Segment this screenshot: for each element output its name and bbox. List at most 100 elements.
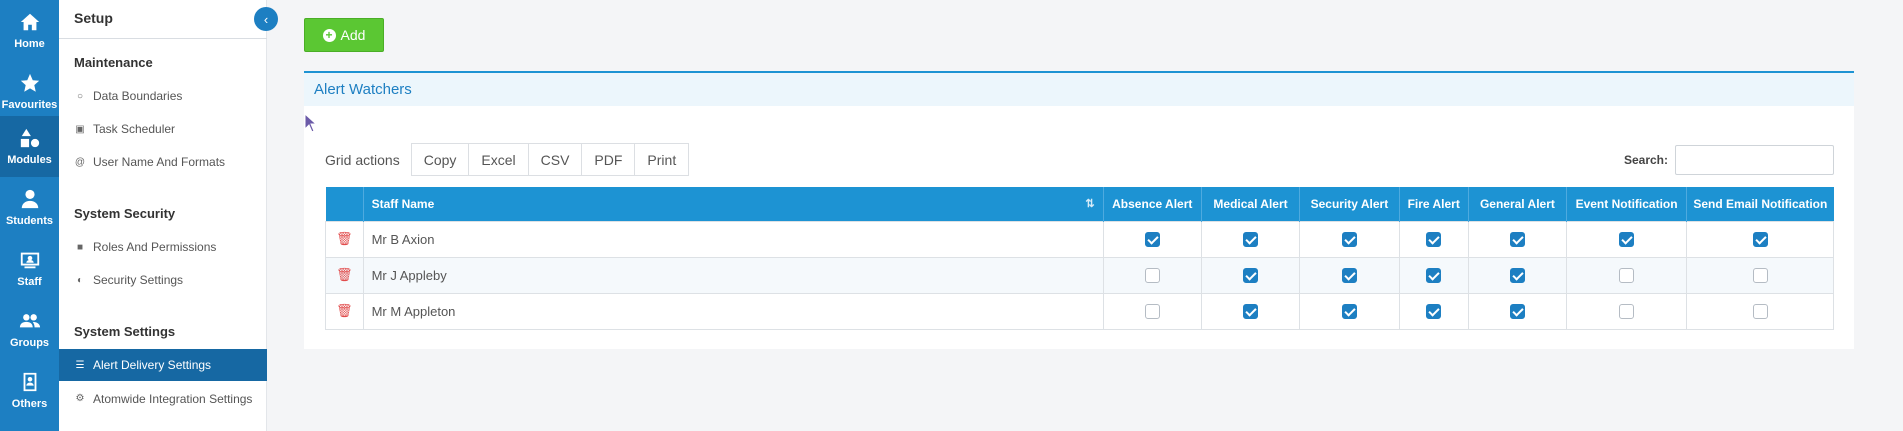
sidebar-item-roles-permissions[interactable]: ■ Roles And Permissions [59, 235, 267, 259]
alert-flag-cell [1102, 220, 1202, 258]
trash-icon[interactable]: 🗑 [336, 231, 353, 247]
search-box: Search: [1624, 145, 1834, 175]
staff-name-cell: Mr J Appleby [362, 256, 1104, 294]
alert-checkbox[interactable] [1426, 232, 1442, 248]
sidebar-item-data-boundaries[interactable]: ○ Data Boundaries [59, 84, 267, 108]
alert-checkbox[interactable] [1752, 268, 1768, 284]
alert-flag-cell [1200, 256, 1301, 294]
alert-flag-cell [1200, 292, 1301, 330]
nav-others-label: Others [11, 398, 48, 410]
sidebar-item-user-name-formats[interactable]: @ User Name And Formats [59, 150, 267, 174]
nav-groups[interactable]: Groups [0, 299, 59, 360]
staff-name-cell: Mr M Appleton [362, 292, 1104, 330]
sidebar-item-label: Alert Delivery Settings [93, 358, 212, 372]
at-icon: @ [74, 156, 86, 168]
nav-modules-label: Modules [7, 154, 52, 166]
home-icon [20, 13, 39, 31]
column-header-fire-alert[interactable]: Fire Alert [1399, 187, 1469, 221]
alert-flag-cell [1299, 220, 1400, 258]
alert-watchers-panel: Alert Watchers Grid actions Copy Excel C… [304, 71, 1854, 349]
alert-checkbox[interactable] [1144, 232, 1160, 248]
sidebar-item-alert-delivery-settings[interactable]: ☰ Alert Delivery Settings [59, 349, 267, 381]
alert-flag-cell [1398, 292, 1469, 330]
alert-flag-cell [1299, 256, 1400, 294]
add-button[interactable]: + Add [304, 18, 384, 52]
column-header-event-notification[interactable]: Event Notification [1566, 187, 1688, 221]
alert-checkbox[interactable] [1752, 304, 1768, 320]
column-header-send-email-notification[interactable]: Send Email Notification [1686, 187, 1834, 221]
sort-icon[interactable]: ⇅ [1085, 197, 1094, 210]
print-button[interactable]: Print [634, 143, 690, 176]
contact-book-icon [23, 372, 36, 392]
copy-button[interactable]: Copy [410, 143, 470, 176]
nav-students[interactable]: Students [0, 177, 59, 238]
table-header-row: Staff Name ⇅ Absence Alert Medical Alert … [325, 187, 1834, 221]
alert-checkbox[interactable] [1243, 232, 1259, 248]
alert-checkbox[interactable] [1243, 268, 1259, 284]
row-delete-cell: 🗑 [325, 292, 364, 330]
star-icon [20, 73, 39, 92]
nav-groups-label: Groups [9, 337, 50, 349]
nav-home[interactable]: Home [0, 0, 59, 61]
alert-watchers-table: Staff Name ⇅ Absence Alert Medical Alert … [325, 187, 1834, 330]
alert-checkbox[interactable] [1341, 268, 1357, 284]
alert-checkbox[interactable] [1341, 232, 1357, 248]
row-delete-cell: 🗑 [325, 220, 364, 258]
grid-actions: Grid actions Copy Excel CSV PDF Print [325, 143, 690, 176]
nav-modules[interactable]: Modules [0, 116, 59, 177]
column-header-medical-alert[interactable]: Medical Alert [1201, 187, 1301, 221]
sidebar-item-atomwide-integration[interactable]: ⚙ Atomwide Integration Settings [59, 391, 267, 427]
alert-checkbox[interactable] [1144, 304, 1160, 320]
alert-checkbox[interactable] [1509, 268, 1525, 284]
excel-button[interactable]: Excel [468, 143, 529, 176]
column-header-absence-alert[interactable]: Absence Alert [1103, 187, 1202, 221]
alert-flag-cell [1102, 292, 1202, 330]
alert-checkbox[interactable] [1144, 268, 1160, 284]
alert-checkbox[interactable] [1509, 304, 1525, 320]
nav-others[interactable]: Others [0, 360, 59, 421]
alert-flag-cell [1686, 292, 1834, 330]
sidebar-divider [59, 38, 267, 39]
alert-checkbox[interactable] [1426, 268, 1442, 284]
column-header-security-alert[interactable]: Security Alert [1299, 187, 1400, 221]
table-row: 🗑 Mr M Appleton [325, 292, 1834, 330]
alert-checkbox[interactable] [1619, 268, 1635, 284]
pdf-button[interactable]: PDF [581, 143, 636, 176]
csv-button[interactable]: CSV [527, 143, 583, 176]
sidebar-item-label: User Name And Formats [93, 155, 226, 169]
nav-favourites[interactable]: Favourites [0, 61, 59, 122]
nav-staff[interactable]: Staff [0, 238, 59, 299]
list-icon: ☰ [75, 359, 85, 371]
alert-flag-cell [1566, 292, 1688, 330]
setup-sidebar: Setup Maintenance ○ Data Boundaries ▣ Ta… [59, 0, 267, 431]
alert-flag-cell [1398, 256, 1469, 294]
table-body: 🗑 Mr B Axion 🗑 Mr J Appleby 🗑 Mr M Appleton [325, 220, 1834, 330]
alert-flag-cell [1299, 292, 1400, 330]
column-header-general-alert[interactable]: General Alert [1468, 187, 1568, 221]
alert-checkbox[interactable] [1341, 304, 1357, 320]
sidebar-collapse-button[interactable]: ‹ [254, 7, 278, 31]
alert-checkbox[interactable] [1752, 232, 1768, 248]
column-header-staff-name[interactable]: Staff Name ⇅ [363, 187, 1104, 221]
trash-icon[interactable]: 🗑 [336, 303, 353, 319]
sidebar-item-security-settings[interactable]: ◐ Security Settings [59, 268, 267, 292]
calendar-icon: ▣ [75, 123, 85, 135]
alert-flag-cell [1686, 220, 1834, 258]
alert-checkbox[interactable] [1619, 304, 1635, 320]
alert-checkbox[interactable] [1426, 304, 1442, 320]
staff-name-cell: Mr B Axion [362, 220, 1104, 258]
alert-checkbox[interactable] [1619, 232, 1635, 248]
search-input[interactable] [1675, 145, 1834, 175]
column-header-label: Staff Name [371, 196, 435, 211]
shapes-icon [20, 128, 39, 148]
alert-flag-cell [1102, 256, 1202, 294]
trash-icon[interactable]: 🗑 [336, 267, 353, 283]
nav-favourites-label: Favourites [1, 99, 58, 111]
alert-checkbox[interactable] [1509, 232, 1525, 248]
sidebar-item-task-scheduler[interactable]: ▣ Task Scheduler [59, 117, 267, 141]
add-button-label: Add [340, 27, 366, 43]
alert-flag-cell [1467, 220, 1568, 258]
alert-checkbox[interactable] [1243, 304, 1259, 320]
table-row: 🗑 Mr B Axion [325, 220, 1834, 258]
row-delete-cell: 🗑 [325, 256, 364, 294]
